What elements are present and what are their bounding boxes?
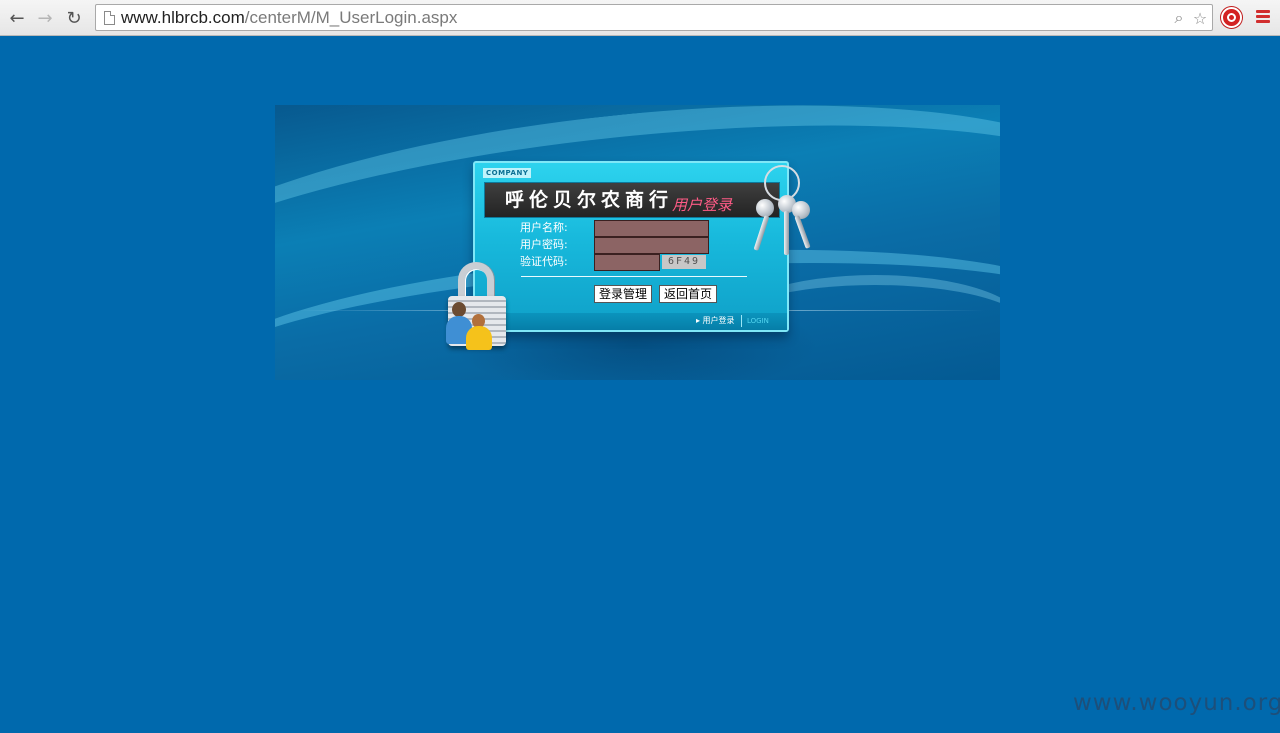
footer-login-text: LOGIN [747, 317, 769, 325]
login-panel: COMPANY 呼伦贝尔农商行 用户登录 用户名称: 用户密码: 验证代码: 6… [473, 161, 789, 332]
star-icon[interactable]: ☆ [1190, 8, 1210, 28]
login-button[interactable]: 登录管理 [594, 285, 653, 303]
browser-toolbar: ← → ↻ www.hlbrcb.com/centerM/M_UserLogin… [0, 0, 1280, 36]
magnifier-icon[interactable]: ⌕ [1169, 8, 1189, 28]
footer-user-login-link[interactable]: ▸ 用户登录 [696, 316, 735, 326]
password-label: 用户密码: [520, 238, 568, 251]
keys-icon [748, 165, 818, 260]
company-tag: COMPANY [483, 168, 532, 178]
panel-footer: ▸ 用户登录 LOGIN [475, 313, 787, 330]
url-text: www.hlbrcb.com/centerM/M_UserLogin.aspx [121, 8, 457, 28]
username-label: 用户名称: [520, 221, 568, 234]
key-shaft [784, 211, 789, 255]
user-figure-icon [466, 314, 492, 350]
watermark: www.wooyun.org [1073, 690, 1280, 716]
password-input[interactable] [594, 237, 709, 254]
username-input[interactable] [594, 220, 709, 237]
home-button[interactable]: 返回首页 [659, 285, 718, 303]
title-banner: 呼伦贝尔农商行 用户登录 [484, 182, 780, 218]
reload-icon[interactable]: ↻ [62, 6, 86, 30]
captcha-image[interactable]: 6F49 [662, 255, 706, 269]
key-shaft [753, 215, 770, 251]
login-subtitle: 用户登录 [672, 196, 733, 214]
adblock-stop-icon[interactable] [1221, 7, 1242, 28]
footer-separator [741, 315, 742, 327]
form-divider [521, 276, 747, 277]
hamburger-menu-icon[interactable] [1256, 10, 1270, 24]
captcha-label: 验证代码: [520, 255, 568, 268]
captcha-input[interactable] [594, 254, 660, 271]
url-host: www.hlbrcb.com [121, 8, 245, 27]
page-icon [104, 11, 115, 25]
bank-name: 呼伦贝尔农商行 [505, 189, 674, 211]
key-head [756, 199, 774, 217]
key-shaft [794, 215, 811, 249]
back-arrow-icon[interactable]: ← [5, 6, 29, 30]
padlock-users-icon [444, 262, 510, 354]
address-bar[interactable]: www.hlbrcb.com/centerM/M_UserLogin.aspx … [95, 4, 1213, 31]
url-path: /centerM/M_UserLogin.aspx [244, 8, 458, 27]
forward-arrow-icon[interactable]: → [33, 6, 57, 30]
